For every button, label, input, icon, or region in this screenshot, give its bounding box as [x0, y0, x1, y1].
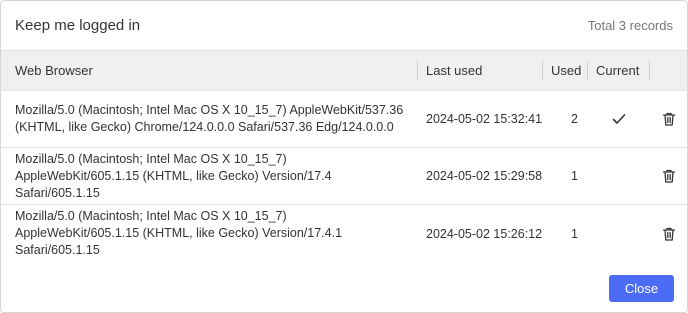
header-actions	[650, 51, 687, 90]
header-web-browser[interactable]: Web Browser	[1, 51, 418, 90]
table-body: Mozilla/5.0 (Macintosh; Intel Mac OS X 1…	[1, 91, 687, 262]
table-row: Mozilla/5.0 (Macintosh; Intel Mac OS X 1…	[1, 148, 687, 205]
close-button[interactable]: Close	[609, 275, 674, 302]
table-row: Mozilla/5.0 (Macintosh; Intel Mac OS X 1…	[1, 91, 687, 148]
header-last-used[interactable]: Last used	[418, 51, 543, 90]
delete-cell	[650, 226, 687, 242]
used-cell: 2	[571, 112, 578, 126]
used-cell: 1	[571, 169, 578, 183]
table-header: Web Browser Last used Used Current	[1, 50, 687, 91]
trash-icon[interactable]	[661, 226, 677, 242]
last-used-cell: 2024-05-02 15:29:58	[426, 169, 543, 183]
dialog-title: Keep me logged in	[15, 16, 141, 34]
dialog-header: Keep me logged in Total 3 records	[1, 1, 687, 49]
delete-cell	[650, 111, 687, 127]
last-used-cell: 2024-05-02 15:26:12	[426, 226, 543, 241]
last-used-cell: 2024-05-02 15:32:41	[426, 112, 543, 126]
keep-logged-in-dialog: Keep me logged in Total 3 records Web Br…	[0, 0, 688, 313]
browser-cell: Mozilla/5.0 (Macintosh; Intel Mac OS X 1…	[15, 103, 404, 134]
current-cell	[588, 111, 650, 127]
sessions-table: Web Browser Last used Used Current Mozil…	[1, 50, 687, 262]
trash-icon[interactable]	[661, 111, 677, 127]
delete-cell	[650, 168, 687, 184]
checkmark-icon	[611, 111, 627, 127]
browser-cell: Mozilla/5.0 (Macintosh; Intel Mac OS X 1…	[15, 151, 332, 200]
trash-icon[interactable]	[661, 168, 677, 184]
header-current[interactable]: Current	[588, 51, 650, 90]
total-records: Total 3 records	[587, 17, 673, 33]
browser-cell: Mozilla/5.0 (Macintosh; Intel Mac OS X 1…	[15, 209, 343, 257]
used-cell: 1	[571, 226, 578, 241]
header-used[interactable]: Used	[543, 51, 588, 90]
table-row: Mozilla/5.0 (Macintosh; Intel Mac OS X 1…	[1, 205, 687, 262]
